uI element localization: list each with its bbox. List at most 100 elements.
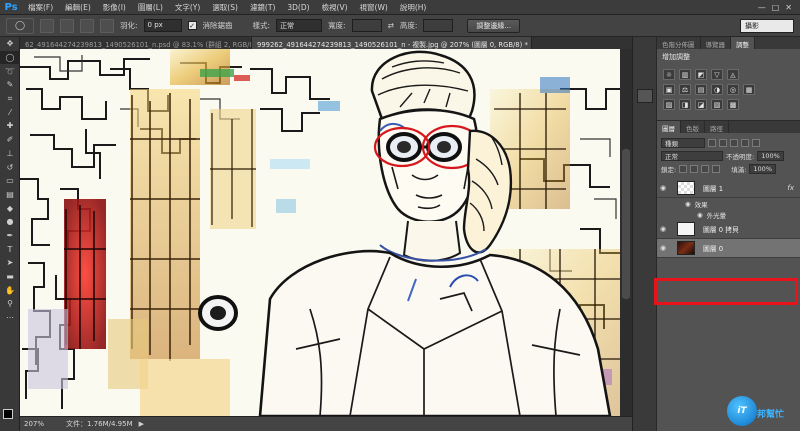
effects-eye-icon[interactable]: ◉ <box>685 200 691 208</box>
menu-image[interactable]: 影像(I) <box>97 2 132 13</box>
minimize-button[interactable]: — <box>758 3 766 12</box>
eyedropper-tool-icon[interactable]: ⁄ <box>0 105 20 119</box>
effects-row[interactable]: ◉ 效果 <box>657 198 800 209</box>
type-tool-icon[interactable]: T <box>0 242 20 256</box>
move-tool-icon[interactable]: ✥ <box>0 37 20 51</box>
path-select-tool-icon[interactable]: ➤ <box>0 256 20 270</box>
layer-row-layer-0[interactable]: ◉ 圖層 0 <box>657 239 800 258</box>
layer-row-layer-1[interactable]: ◉ 圖層 1 fx <box>657 179 800 198</box>
invert-icon[interactable]: ▨ <box>663 99 675 110</box>
tab-navigator[interactable]: 導覽器 <box>701 37 731 49</box>
more-tools-icon[interactable]: ⋯ <box>0 311 20 325</box>
lock-all-icon[interactable] <box>712 164 721 173</box>
maximize-button[interactable]: □ <box>772 3 780 12</box>
blur-tool-icon[interactable]: ◆ <box>0 201 20 215</box>
filter-pixel-icon[interactable] <box>708 138 716 147</box>
antialias-checkbox[interactable]: ✓ <box>187 21 197 30</box>
tab-layers[interactable]: 圖層 <box>657 121 681 133</box>
color-balance-icon[interactable]: ⚖ <box>679 84 691 95</box>
foreground-color-swatch[interactable] <box>3 409 13 419</box>
tool-preset-picker[interactable]: ◯ <box>6 17 34 34</box>
brush-tool-icon[interactable]: ✐ <box>0 133 20 147</box>
channel-mixer-icon[interactable]: ◎ <box>727 84 739 95</box>
tab-adjustments[interactable]: 調整 <box>731 37 755 49</box>
tab-channels[interactable]: 色版 <box>681 121 705 133</box>
vibrance-icon[interactable]: ◬ <box>727 69 739 80</box>
layer-filter-select[interactable]: 種類 <box>661 137 705 148</box>
subtract-selection-icon[interactable] <box>80 18 94 33</box>
quick-select-tool-icon[interactable]: ✎ <box>0 78 20 92</box>
hand-tool-icon[interactable]: ✋ <box>0 283 20 297</box>
zoom-level[interactable]: 207% <box>20 420 62 428</box>
brightness-contrast-icon[interactable]: ☼ <box>663 69 675 80</box>
new-selection-icon[interactable] <box>40 18 54 33</box>
lock-transparency-icon[interactable] <box>679 164 688 173</box>
visibility-eye-icon[interactable]: ◉ <box>657 184 669 192</box>
ellipse-marquee-tool-icon[interactable]: ◯ <box>0 50 20 65</box>
hue-saturation-icon[interactable]: ▣ <box>663 84 675 95</box>
menu-window[interactable]: 視窗(W) <box>354 2 394 13</box>
curves-icon[interactable]: ◩ <box>695 69 707 80</box>
pen-tool-icon[interactable]: ✒ <box>0 229 20 243</box>
lock-position-icon[interactable] <box>701 164 710 173</box>
menu-file[interactable]: 檔案(F) <box>22 2 59 13</box>
gradient-map-icon[interactable]: ▩ <box>727 99 739 110</box>
status-menu-arrow-icon[interactable]: ▶ <box>139 420 144 428</box>
zoom-tool-icon[interactable]: ⚲ <box>0 297 20 311</box>
intersect-selection-icon[interactable] <box>100 18 114 33</box>
posterize-icon[interactable]: ◨ <box>679 99 691 110</box>
properties-panel-icon[interactable] <box>637 89 653 103</box>
black-white-icon[interactable]: ▤ <box>695 84 707 95</box>
tab-document-1[interactable]: 62_491644274239813_1490526101_n.psd @ 83… <box>20 37 252 49</box>
filter-adjustment-icon[interactable] <box>719 138 727 147</box>
visibility-eye-icon[interactable]: ◉ <box>657 225 669 233</box>
crop-tool-icon[interactable]: ⌗ <box>0 92 20 106</box>
refine-edge-button[interactable]: 調整邊緣... <box>467 18 521 33</box>
menu-filter[interactable]: 濾鏡(T) <box>244 2 281 13</box>
opacity-input[interactable]: 100% <box>757 150 784 161</box>
visibility-eye-icon[interactable]: ◉ <box>657 244 669 252</box>
dodge-tool-icon[interactable]: ● <box>0 215 20 229</box>
filter-type-icon[interactable] <box>730 138 738 147</box>
healing-brush-tool-icon[interactable]: ✚ <box>0 119 20 133</box>
menu-layer[interactable]: 圖層(L) <box>132 2 169 13</box>
outer-glow-eye-icon[interactable]: ◉ <box>697 211 703 219</box>
fill-input[interactable]: 100% <box>749 163 776 174</box>
close-button[interactable]: ✕ <box>785 3 792 12</box>
feather-input[interactable]: 0 px <box>143 19 182 32</box>
scrollbar-thumb[interactable] <box>622 149 630 299</box>
color-lookup-icon[interactable]: ▦ <box>743 84 755 95</box>
history-brush-tool-icon[interactable]: ↺ <box>0 160 20 174</box>
selective-color-icon[interactable]: ▧ <box>711 99 723 110</box>
threshold-icon[interactable]: ◪ <box>695 99 707 110</box>
levels-icon[interactable]: ▥ <box>679 69 691 80</box>
gradient-tool-icon[interactable]: ▤ <box>0 188 20 202</box>
photo-filter-icon[interactable]: ◑ <box>711 84 723 95</box>
shape-tool-icon[interactable]: ▬ <box>0 270 20 284</box>
fx-icon[interactable]: fx <box>787 184 794 192</box>
blend-mode-select[interactable]: 正常 <box>661 150 723 161</box>
filter-smart-object-icon[interactable] <box>752 138 760 147</box>
menu-help[interactable]: 說明(H) <box>394 2 433 13</box>
exposure-icon[interactable]: ▽ <box>711 69 723 80</box>
lock-pixels-icon[interactable] <box>690 164 699 173</box>
filter-shape-icon[interactable] <box>741 138 749 147</box>
clone-stamp-tool-icon[interactable]: ⊥ <box>0 147 20 161</box>
add-selection-icon[interactable] <box>60 18 74 33</box>
menu-3d[interactable]: 3D(D) <box>281 3 315 12</box>
menu-type[interactable]: 文字(Y) <box>169 2 206 13</box>
eraser-tool-icon[interactable]: ▭ <box>0 174 20 188</box>
outer-glow-effect-row[interactable]: ◉ 外光暈 <box>657 209 800 220</box>
canvas-vertical-scrollbar[interactable] <box>620 49 632 416</box>
tab-histogram[interactable]: 色階分佈圖 <box>657 37 701 49</box>
menu-view[interactable]: 檢視(V) <box>316 2 354 13</box>
workspace-select[interactable]: 攝影 <box>740 19 794 33</box>
menu-select[interactable]: 選取(S) <box>206 2 244 13</box>
color-swatches[interactable] <box>3 409 19 425</box>
layer-row-layer-0-copy[interactable]: ◉ 圖層 0 拷貝 <box>657 220 800 239</box>
menu-edit[interactable]: 編輯(E) <box>59 2 97 13</box>
style-select[interactable]: 正常 <box>276 19 323 32</box>
document-canvas[interactable] <box>20 49 620 416</box>
tab-paths[interactable]: 路徑 <box>705 121 729 133</box>
lasso-tool-icon[interactable]: ➰ <box>0 64 20 78</box>
